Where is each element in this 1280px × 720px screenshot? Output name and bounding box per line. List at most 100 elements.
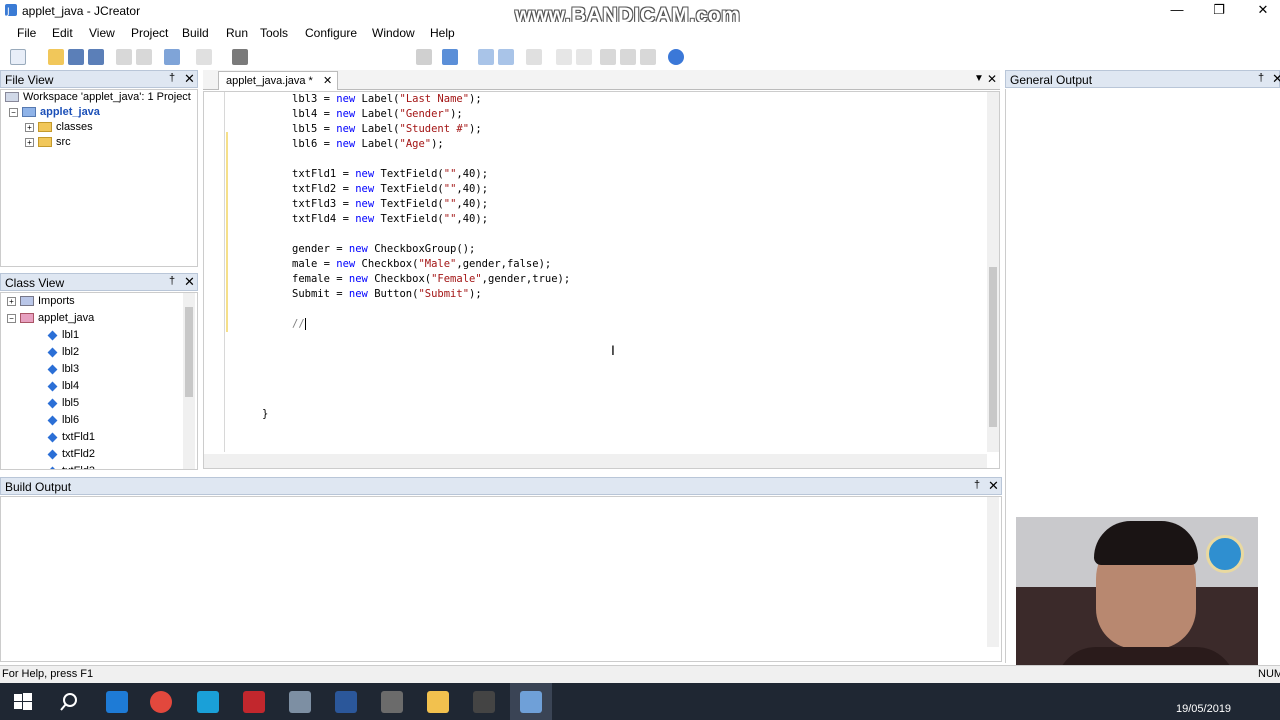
folder-icon bbox=[38, 122, 52, 133]
open-folder-icon[interactable] bbox=[48, 49, 64, 65]
menu-view[interactable]: View bbox=[89, 26, 115, 40]
build-output-panel[interactable] bbox=[0, 496, 1002, 662]
code-token-kw: new bbox=[355, 198, 375, 210]
copy-icon[interactable] bbox=[116, 49, 132, 65]
windows-start-icon[interactable] bbox=[12, 691, 34, 713]
project-node[interactable]: − applet_java bbox=[9, 106, 100, 118]
tab-applet-java[interactable]: applet_java.java * ✕ bbox=[218, 71, 338, 90]
forward-icon[interactable] bbox=[576, 49, 592, 65]
webcam-hair bbox=[1094, 521, 1198, 565]
closing-brace: } bbox=[262, 408, 269, 420]
menu-edit[interactable]: Edit bbox=[52, 26, 73, 40]
l-app-icon[interactable] bbox=[197, 691, 219, 713]
undo-icon[interactable] bbox=[164, 49, 180, 65]
class-view-scrollbar[interactable] bbox=[183, 293, 195, 469]
folder-src[interactable]: + src bbox=[25, 136, 71, 148]
menu-configure[interactable]: Configure bbox=[305, 26, 357, 40]
paste-icon[interactable] bbox=[136, 49, 152, 65]
close-pane-icon[interactable]: ✕ bbox=[184, 71, 195, 87]
debug-icon[interactable] bbox=[498, 49, 514, 65]
find-icon[interactable] bbox=[232, 49, 248, 65]
folder-icon bbox=[38, 137, 52, 148]
close-editor-icon[interactable]: ✕ bbox=[987, 72, 997, 86]
expand-icon[interactable]: + bbox=[25, 137, 34, 147]
menu-help[interactable]: Help bbox=[430, 26, 455, 40]
member-item[interactable]: lbl1 bbox=[47, 329, 79, 341]
build-output-scrollbar[interactable] bbox=[987, 497, 999, 647]
store-icon[interactable] bbox=[381, 691, 403, 713]
wand-icon[interactable] bbox=[526, 49, 542, 65]
restore-button[interactable]: ❐ bbox=[1196, 0, 1242, 22]
collapse-icon[interactable]: − bbox=[7, 313, 16, 323]
code-token-end: ,40); bbox=[456, 183, 489, 195]
code-token-var: Submit bbox=[292, 288, 330, 300]
menu-tools[interactable]: Tools bbox=[260, 26, 288, 40]
close-pane-icon[interactable]: ✕ bbox=[184, 274, 195, 290]
workspace-node[interactable]: Workspace 'applet_java': 1 Project bbox=[5, 91, 191, 103]
member-item[interactable]: lbl2 bbox=[47, 346, 79, 358]
scroll-thumb[interactable] bbox=[185, 307, 193, 397]
menu-project[interactable]: Project bbox=[131, 26, 168, 40]
search-icon[interactable] bbox=[58, 691, 80, 713]
chrome-icon[interactable] bbox=[150, 691, 172, 713]
menu-build[interactable]: Build bbox=[182, 26, 209, 40]
pin-icon[interactable]: † bbox=[169, 72, 175, 84]
member-item[interactable]: lbl5 bbox=[47, 397, 79, 409]
general-output-header: General Output † ✕ bbox=[1005, 70, 1280, 88]
class-label: applet_java bbox=[38, 312, 95, 324]
member-item[interactable]: txtFld3 bbox=[47, 465, 95, 469]
member-item[interactable]: lbl3 bbox=[47, 363, 79, 375]
build-icon[interactable] bbox=[416, 49, 432, 65]
close-pane-icon[interactable]: ✕ bbox=[988, 478, 999, 494]
save-all-icon[interactable] bbox=[88, 49, 104, 65]
member-item[interactable]: lbl4 bbox=[47, 380, 79, 392]
class-node[interactable]: − applet_java bbox=[7, 312, 94, 324]
mcafee-icon[interactable] bbox=[243, 691, 265, 713]
folder-classes[interactable]: + classes bbox=[25, 121, 93, 133]
window-icon[interactable] bbox=[600, 49, 616, 65]
menu-window[interactable]: Window bbox=[372, 26, 415, 40]
code-token-var: lbl5 bbox=[292, 123, 318, 135]
member-item[interactable]: txtFld1 bbox=[47, 431, 95, 443]
save-icon[interactable] bbox=[68, 49, 84, 65]
compile-icon[interactable] bbox=[478, 49, 494, 65]
pin-icon[interactable]: † bbox=[974, 479, 980, 491]
run-icon[interactable] bbox=[442, 49, 458, 65]
minimize-button[interactable]: — bbox=[1154, 0, 1200, 22]
imports-node[interactable]: + Imports bbox=[7, 295, 75, 307]
expand-icon[interactable]: + bbox=[7, 296, 16, 306]
code-token-kw: new bbox=[355, 183, 375, 195]
new-file-icon[interactable] bbox=[10, 49, 26, 65]
file-view-header: File View † ✕ bbox=[0, 70, 198, 88]
window-close-icon[interactable] bbox=[640, 49, 656, 65]
jcreator-taskbar-icon[interactable] bbox=[520, 691, 542, 713]
editor-vscrollbar[interactable] bbox=[987, 92, 999, 452]
member-item[interactable]: lbl6 bbox=[47, 414, 79, 426]
pin-icon[interactable]: † bbox=[169, 275, 175, 287]
help-icon[interactable] bbox=[668, 49, 684, 65]
tab-list-dropdown-icon[interactable]: ▼ bbox=[974, 73, 984, 84]
pin-icon[interactable]: † bbox=[1258, 72, 1264, 84]
window-split-icon[interactable] bbox=[620, 49, 636, 65]
photos-icon[interactable] bbox=[473, 691, 495, 713]
back-icon[interactable] bbox=[556, 49, 572, 65]
tab-close-icon[interactable]: ✕ bbox=[323, 74, 332, 87]
edge-browser-icon[interactable] bbox=[106, 691, 128, 713]
scroll-thumb[interactable] bbox=[989, 267, 997, 427]
project-label: applet_java bbox=[40, 106, 100, 118]
close-window-button[interactable]: ✕ bbox=[1240, 0, 1280, 22]
menu-run[interactable]: Run bbox=[226, 26, 248, 40]
collapse-icon[interactable]: − bbox=[9, 107, 18, 117]
editor-hscrollbar[interactable] bbox=[204, 454, 987, 468]
menu-file[interactable]: File bbox=[17, 26, 36, 40]
expand-icon[interactable]: + bbox=[25, 122, 34, 132]
close-pane-icon[interactable]: ✕ bbox=[1272, 71, 1280, 87]
word-icon[interactable] bbox=[335, 691, 357, 713]
folder-label: classes bbox=[56, 121, 93, 133]
redo-icon[interactable] bbox=[196, 49, 212, 65]
bluetooth-app-icon[interactable] bbox=[289, 691, 311, 713]
file-explorer-icon[interactable] bbox=[427, 691, 449, 713]
member-label: txtFld2 bbox=[62, 448, 96, 460]
code-token-kw: new bbox=[336, 108, 356, 120]
member-item[interactable]: txtFld2 bbox=[47, 448, 96, 460]
